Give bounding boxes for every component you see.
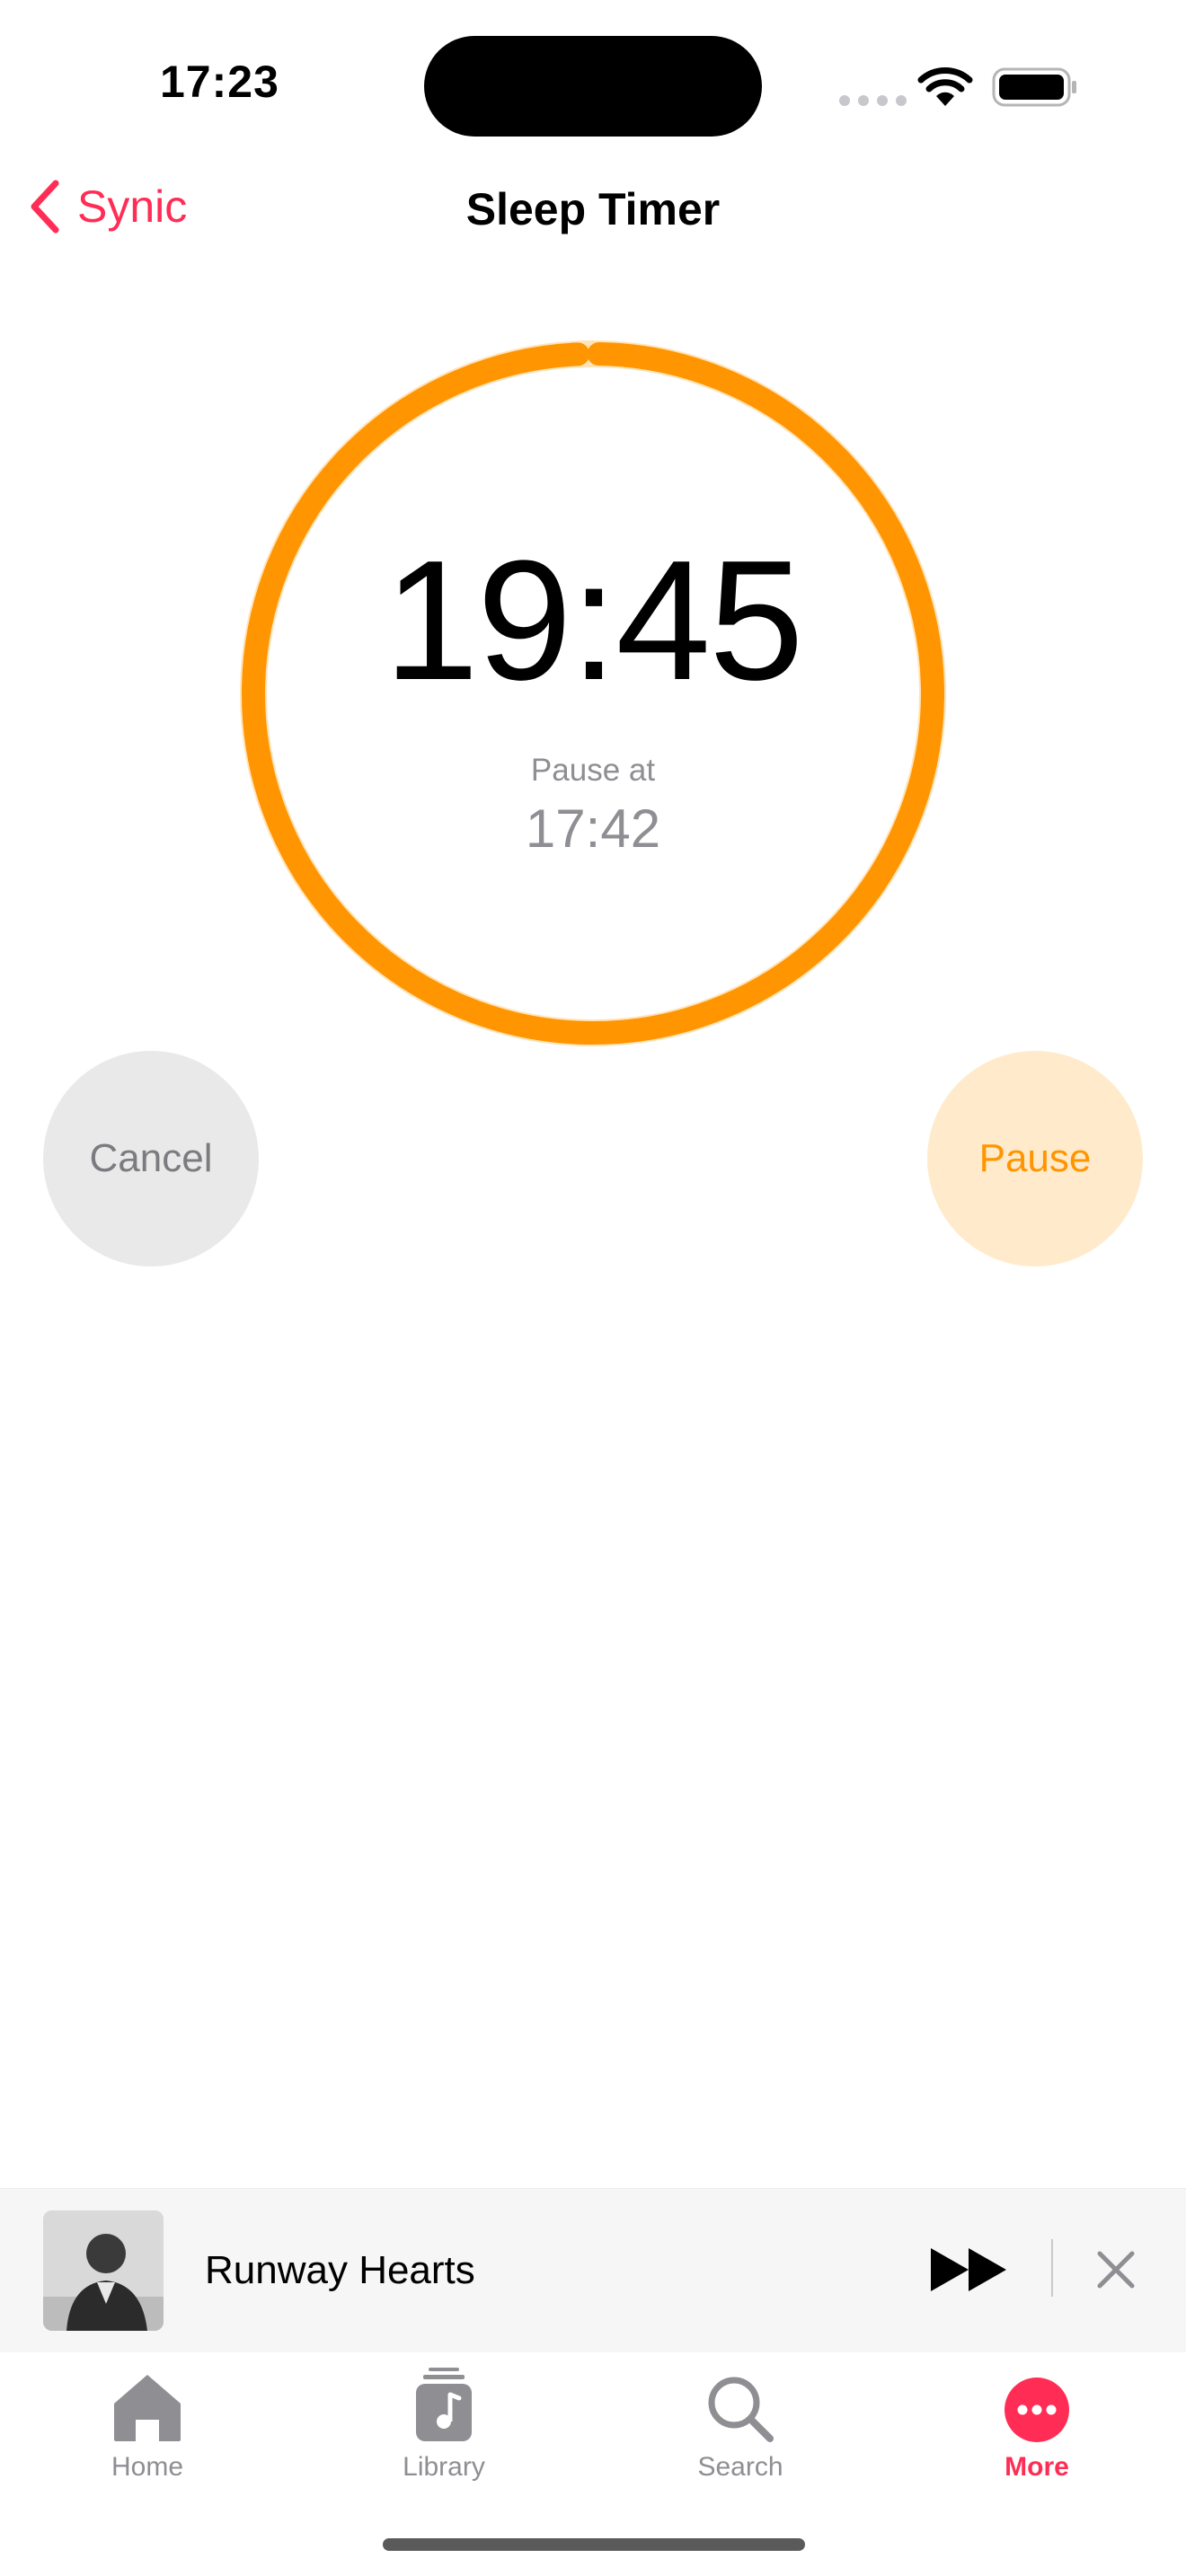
- tab-search[interactable]: Search: [651, 2360, 830, 2483]
- pause-icon[interactable]: [809, 2243, 855, 2297]
- mini-player[interactable]: Runway Hearts: [0, 2188, 1186, 2352]
- battery-icon: [992, 67, 1076, 107]
- tab-home[interactable]: Home: [58, 2360, 237, 2483]
- page-title: Sleep Timer: [465, 184, 721, 234]
- home-icon: [114, 2375, 181, 2441]
- tab-more[interactable]: More: [947, 2360, 1127, 2483]
- cancel-button[interactable]: Cancel: [43, 1051, 259, 1266]
- cellular-signal-icon: [839, 95, 907, 106]
- track-title: Runway Hearts: [205, 2248, 475, 2292]
- close-icon[interactable]: [1094, 2248, 1137, 2291]
- search-icon: [708, 2377, 774, 2442]
- more-icon: [1005, 2378, 1069, 2442]
- home-indicator: [383, 2538, 805, 2551]
- tab-label: Home: [111, 2452, 184, 2482]
- pause-at-time: 17:42: [525, 798, 661, 859]
- tab-label: Library: [403, 2452, 485, 2482]
- tab-label: More: [1005, 2452, 1069, 2482]
- divider: [1051, 2239, 1053, 2297]
- status-time: 17:23: [160, 57, 279, 107]
- album-artwork[interactable]: [43, 2210, 164, 2331]
- tab-library[interactable]: Library: [354, 2360, 534, 2483]
- timer-remaining: 19:45: [384, 525, 803, 716]
- tab-label: Search: [697, 2452, 783, 2482]
- dynamic-island: [424, 36, 762, 137]
- library-icon: [416, 2368, 472, 2441]
- wifi-icon: [917, 67, 973, 106]
- pause-at-label: Pause at: [530, 753, 656, 788]
- fast-forward-icon[interactable]: [929, 2245, 1010, 2295]
- pause-button[interactable]: Pause: [927, 1051, 1143, 1266]
